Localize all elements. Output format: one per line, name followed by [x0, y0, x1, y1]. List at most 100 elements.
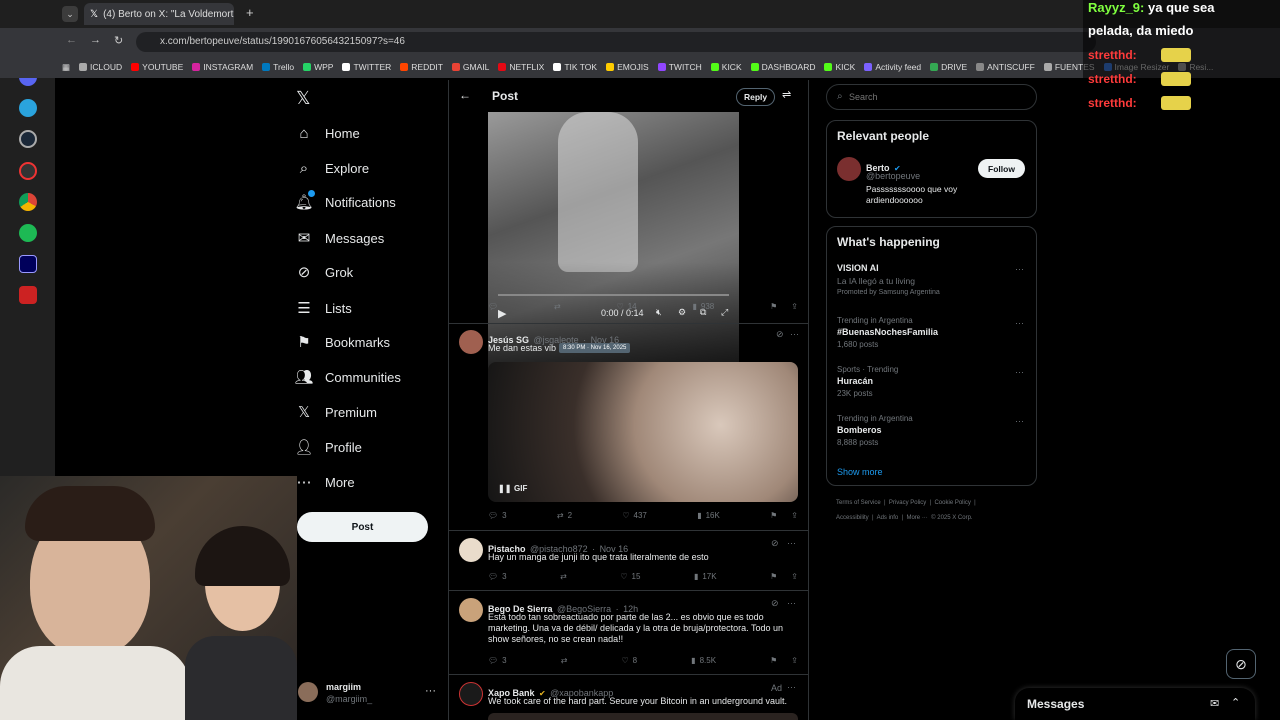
- views-action[interactable]: ▮ 8.5K: [691, 656, 716, 665]
- share-icon[interactable]: ⇪: [791, 656, 798, 665]
- more-options-icon[interactable]: ···: [1015, 416, 1024, 426]
- more-options-icon[interactable]: ···: [1015, 367, 1024, 377]
- bookmark-item[interactable]: GMAIL: [451, 62, 489, 72]
- gif-media[interactable]: ❚❚ GIF: [488, 362, 798, 502]
- search-input[interactable]: [849, 89, 1029, 105]
- bookmark-item[interactable]: TWITCH: [657, 62, 702, 72]
- show-more-link[interactable]: Show more: [837, 467, 883, 477]
- bookmark-action[interactable]: ⚑ ⇪: [770, 302, 798, 311]
- views-action[interactable]: ▮ 938: [692, 302, 714, 311]
- trend-item[interactable]: Trending in Argentina Bomberos 8,888 pos…: [837, 414, 913, 447]
- nav-messages[interactable]: ✉ Messages: [295, 229, 385, 247]
- obs-icon[interactable]: [19, 162, 37, 180]
- reply-action[interactable]: 💬︎ 3: [488, 656, 507, 665]
- nav-premium[interactable]: 𝕏 Premium: [295, 403, 377, 421]
- bookmark-item[interactable]: TWITTER: [342, 62, 391, 72]
- bookmark-action[interactable]: ⚑ ⇪: [770, 572, 798, 581]
- footer-links-2[interactable]: Accessibility | Ads info | More ··· © 20…: [836, 515, 973, 521]
- reload-icon[interactable]: ↻: [114, 34, 123, 47]
- bookmark-item[interactable]: INSTAGRAM: [192, 62, 253, 72]
- messages-dock[interactable]: Messages ✉ ⌃: [1015, 688, 1255, 720]
- footer-links[interactable]: Terms of Service | Privacy Policy | Cook…: [836, 500, 976, 506]
- bookmark-item[interactable]: ANTISCUFF: [976, 62, 1035, 72]
- like-action[interactable]: ♡ 437: [622, 511, 647, 520]
- more-options-icon[interactable]: ···: [787, 598, 796, 608]
- share-icon[interactable]: ⇪: [791, 302, 798, 311]
- video-progress[interactable]: [498, 294, 729, 296]
- bookmark-item[interactable]: KICK: [710, 62, 742, 72]
- avatar[interactable]: [459, 682, 483, 706]
- views-action[interactable]: ▮ 16K: [697, 511, 720, 520]
- grok-icon[interactable]: ⊘: [771, 538, 779, 549]
- nav-grok[interactable]: ⊘ Grok: [295, 263, 353, 281]
- more-options-icon[interactable]: ···: [787, 682, 796, 692]
- share-icon[interactable]: ⇪: [791, 572, 798, 581]
- expand-icon[interactable]: ⌃: [1231, 696, 1240, 709]
- nav-explore[interactable]: ⌕ Explore: [295, 159, 369, 177]
- account-avatar[interactable]: [298, 682, 318, 702]
- back-arrow-icon[interactable]: ←: [459, 88, 471, 102]
- bookmark-item[interactable]: ICLOUD: [79, 62, 122, 72]
- post-button[interactable]: Post: [297, 512, 428, 542]
- bookmark-item[interactable]: DRIVE: [930, 62, 967, 72]
- follow-button[interactable]: Follow: [978, 159, 1025, 178]
- chrome-icon[interactable]: [19, 193, 37, 211]
- bookmark-item[interactable]: REDDIT: [400, 62, 443, 72]
- spotify-icon[interactable]: [19, 224, 37, 242]
- bookmark-item[interactable]: NETFLIX: [498, 62, 544, 72]
- account-name[interactable]: margiim: [326, 682, 361, 692]
- grok-icon[interactable]: ⊘: [771, 598, 779, 609]
- compose-message-icon[interactable]: ✉: [1210, 697, 1219, 710]
- retweet-action[interactable]: ⇄ 2: [557, 511, 572, 520]
- avatar[interactable]: [837, 157, 861, 181]
- nav-notifications[interactable]: 🔔︎ Notifications: [294, 190, 396, 211]
- account-menu-icon[interactable]: ···: [425, 685, 436, 697]
- bookmark-item[interactable]: KICK: [824, 62, 855, 72]
- search-box[interactable]: ⌕: [826, 84, 1037, 110]
- premiere-icon[interactable]: [19, 255, 37, 273]
- apps-icon[interactable]: ▦: [62, 62, 70, 73]
- retweet-action[interactable]: ⇄: [554, 302, 561, 311]
- more-options-icon[interactable]: ···: [790, 329, 799, 339]
- tune-icon[interactable]: ⇌: [782, 88, 791, 101]
- nav-lists[interactable]: ☰ Lists: [295, 299, 351, 317]
- more-options-icon[interactable]: ···: [787, 538, 796, 548]
- tab-search-icon[interactable]: ⌄: [62, 6, 78, 22]
- like-action[interactable]: ♡ 14: [617, 302, 637, 311]
- steam-icon[interactable]: [19, 130, 37, 148]
- telegram-icon[interactable]: [19, 99, 37, 117]
- bookmark-item[interactable]: TIK TOK: [553, 62, 597, 72]
- bookmark-item[interactable]: WPP: [303, 62, 333, 72]
- retweet-action[interactable]: ⇄: [561, 656, 568, 665]
- trend-item[interactable]: VISION AI La IA llegó a tu living Promot…: [837, 263, 1027, 296]
- new-tab-icon[interactable]: +: [246, 5, 254, 20]
- more-options-icon[interactable]: ···: [1015, 318, 1024, 328]
- reply-button[interactable]: Reply: [736, 88, 776, 106]
- avatar[interactable]: [459, 598, 483, 622]
- bookmark-item[interactable]: EMOJIS: [606, 62, 649, 72]
- like-action[interactable]: ♡ 8: [621, 656, 637, 665]
- avatar[interactable]: [459, 538, 483, 562]
- bookmark-action[interactable]: ⚑ ⇪: [770, 656, 798, 665]
- grok-float-icon[interactable]: ⊘: [1226, 649, 1256, 679]
- bookmark-item[interactable]: Activity feed: [864, 62, 921, 72]
- retweet-action[interactable]: ⇄: [560, 572, 567, 581]
- trend-item[interactable]: Sports · Trending Huracán 23K posts: [837, 365, 898, 398]
- ad-media[interactable]: [488, 713, 798, 720]
- bookmark-item[interactable]: YOUTUBE: [131, 62, 183, 72]
- pause-icon[interactable]: ❚❚: [498, 484, 511, 493]
- browser-tab[interactable]: 𝕏 (4) Berto on X: "La Voldemort t ✕: [84, 3, 234, 25]
- avatar[interactable]: [459, 330, 483, 354]
- share-icon[interactable]: ⇪: [791, 511, 798, 520]
- bookmark-action[interactable]: ⚑ ⇪: [770, 511, 798, 520]
- bookmark-item[interactable]: DASHBOARD: [750, 62, 815, 72]
- trend-item[interactable]: Trending in Argentina #BuenasNochesFamil…: [837, 316, 938, 349]
- nav-bookmarks[interactable]: ⚑ Bookmarks: [295, 333, 390, 351]
- back-icon[interactable]: ←: [66, 34, 77, 46]
- nav-communities[interactable]: 👥︎ Communities: [294, 368, 400, 386]
- url-field[interactable]: x.com/bertopeuve/status/1990167605643215…: [136, 32, 1096, 52]
- nav-profile[interactable]: 👤︎ Profile: [294, 438, 361, 456]
- nav-more[interactable]: ⋯ More: [295, 473, 355, 491]
- nav-home[interactable]: ⌂ Home: [295, 124, 359, 142]
- reply-action[interactable]: 💬︎ 3: [488, 511, 507, 520]
